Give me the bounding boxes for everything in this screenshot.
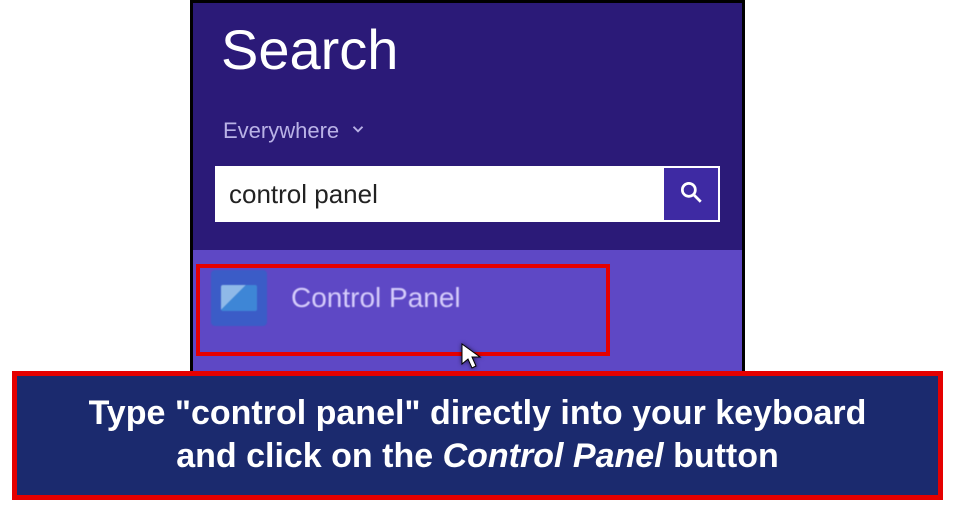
instruction-banner: Type "control panel" directly into your … (12, 371, 943, 500)
search-scope-label: Everywhere (223, 118, 339, 144)
search-icon (678, 179, 704, 210)
instruction-prefix: and click on the (176, 437, 442, 475)
search-results: Control Panel (193, 250, 742, 380)
control-panel-icon (211, 270, 267, 326)
search-input[interactable] (215, 166, 664, 222)
instruction-line-2: and click on the Control Panel button (37, 435, 918, 478)
search-scope-dropdown[interactable]: Everywhere (193, 92, 742, 144)
chevron-down-icon (349, 118, 367, 144)
search-input-row (215, 166, 720, 222)
instruction-emphasis: Control Panel (443, 437, 664, 475)
search-title: Search (193, 3, 742, 92)
result-label: Control Panel (291, 282, 461, 314)
instruction-line-1: Type "control panel" directly into your … (37, 392, 918, 435)
search-button[interactable] (664, 166, 720, 222)
result-control-panel[interactable]: Control Panel (193, 250, 742, 346)
search-panel: Search Everywhere Control Panel (190, 0, 745, 390)
instruction-suffix: button (664, 437, 779, 475)
